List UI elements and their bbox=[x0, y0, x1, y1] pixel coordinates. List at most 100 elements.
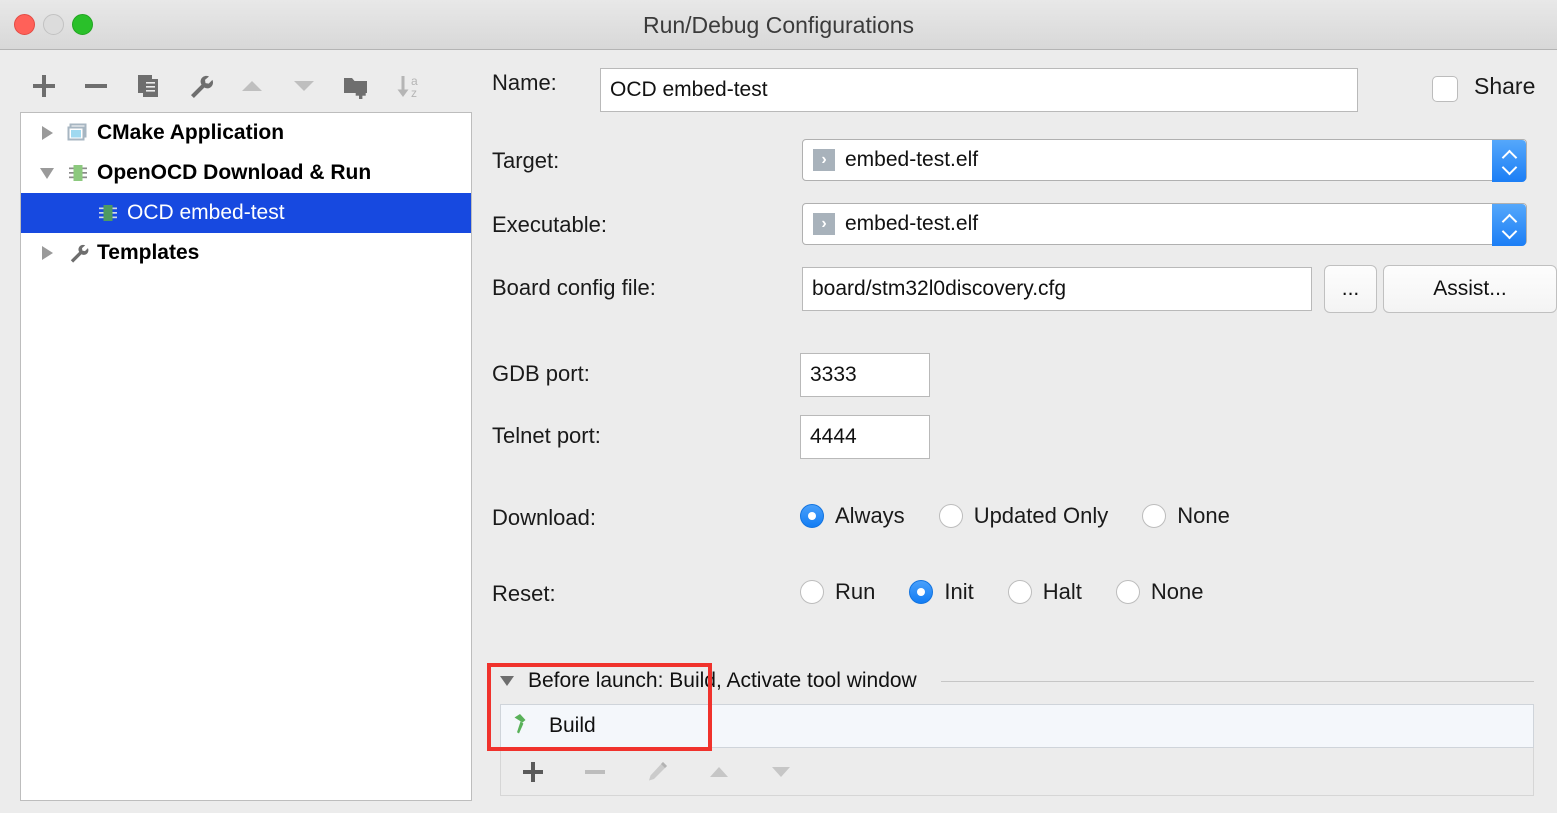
wrench-icon bbox=[63, 241, 93, 265]
edit-templates-button[interactable] bbox=[174, 64, 226, 108]
target-label: Target: bbox=[492, 148, 559, 174]
radio-label: None bbox=[1151, 579, 1204, 605]
chip-icon bbox=[63, 161, 93, 185]
tree-item-templates[interactable]: Templates bbox=[21, 233, 471, 273]
move-task-up-button[interactable] bbox=[701, 754, 737, 790]
gdb-port-input[interactable]: 3333 bbox=[800, 353, 930, 397]
download-option-none[interactable]: None bbox=[1142, 503, 1230, 529]
before-launch-title: Before launch: Build, Activate tool wind… bbox=[528, 669, 917, 693]
target-combobox[interactable]: › embed-test.elf bbox=[802, 139, 1527, 181]
assist-button[interactable]: Assist... bbox=[1383, 265, 1557, 313]
browse-button[interactable]: ... bbox=[1324, 265, 1377, 313]
title-bar: Run/Debug Configurations bbox=[0, 0, 1557, 50]
board-config-row: Board config file: bbox=[492, 275, 656, 301]
triangle-down-icon bbox=[768, 759, 794, 785]
share-label: Share bbox=[1474, 73, 1535, 100]
expander-collapsed-icon[interactable] bbox=[31, 246, 63, 260]
share-checkbox[interactable] bbox=[1432, 76, 1458, 102]
target-value: embed-test.elf bbox=[845, 148, 978, 172]
before-launch-task-list[interactable]: Build bbox=[500, 704, 1534, 748]
name-label: Name: bbox=[492, 70, 557, 96]
remove-configuration-button[interactable] bbox=[70, 64, 122, 108]
executable-label: Executable: bbox=[492, 212, 607, 238]
radio-indicator bbox=[909, 580, 933, 604]
reset-option-halt[interactable]: Halt bbox=[1008, 579, 1082, 605]
radio-indicator bbox=[1142, 504, 1166, 528]
telnet-port-row: Telnet port: bbox=[492, 423, 601, 449]
move-down-button[interactable] bbox=[278, 64, 330, 108]
before-launch-toolbar bbox=[500, 748, 1534, 796]
configurations-toolbar: a z bbox=[18, 62, 473, 110]
executable-combobox[interactable]: › embed-test.elf bbox=[802, 203, 1527, 245]
board-config-label: Board config file: bbox=[492, 275, 656, 301]
minus-icon bbox=[582, 759, 608, 785]
board-config-input[interactable]: board/stm32l0discovery.cfg bbox=[802, 267, 1312, 311]
name-row: Name: bbox=[492, 70, 557, 96]
plus-icon bbox=[29, 71, 59, 101]
sort-az-icon: a z bbox=[393, 71, 423, 101]
reset-radio-group: Run Init Halt None bbox=[800, 579, 1237, 605]
move-up-button[interactable] bbox=[226, 64, 278, 108]
tree-item-cmake-application[interactable]: CMake Application bbox=[21, 113, 471, 153]
radio-indicator bbox=[939, 504, 963, 528]
before-launch-section: Before launch: Build, Activate tool wind… bbox=[492, 663, 1542, 803]
folder-add-icon bbox=[341, 71, 371, 101]
download-option-updated-only[interactable]: Updated Only bbox=[939, 503, 1109, 529]
copy-configuration-button[interactable] bbox=[122, 64, 174, 108]
radio-label: Updated Only bbox=[974, 503, 1109, 529]
reset-option-none[interactable]: None bbox=[1116, 579, 1204, 605]
target-dropdown-stepper[interactable] bbox=[1492, 140, 1526, 182]
executable-value: embed-test.elf bbox=[845, 212, 978, 236]
tree-item-ocd-embed-test[interactable]: OCD embed-test bbox=[21, 193, 471, 233]
radio-label: Run bbox=[835, 579, 875, 605]
chip-icon bbox=[93, 201, 123, 225]
radio-indicator bbox=[800, 580, 824, 604]
plus-icon bbox=[520, 759, 546, 785]
reset-label: Reset: bbox=[492, 581, 556, 607]
pencil-icon bbox=[644, 759, 670, 785]
triangle-up-icon bbox=[237, 71, 267, 101]
before-launch-task-label: Build bbox=[549, 714, 596, 738]
executable-row: Executable: bbox=[492, 212, 607, 238]
hammer-icon bbox=[511, 711, 537, 742]
name-input[interactable]: OCD embed-test bbox=[600, 68, 1358, 112]
tree-item-label: Templates bbox=[97, 241, 199, 265]
target-row: Target: bbox=[492, 148, 559, 174]
run-debug-configurations-window: Run/Debug Configurations bbox=[0, 0, 1557, 813]
executable-dropdown-stepper[interactable] bbox=[1492, 204, 1526, 246]
expander-collapsed-icon[interactable] bbox=[31, 126, 63, 140]
add-configuration-button[interactable] bbox=[18, 64, 70, 108]
wrench-icon bbox=[185, 71, 215, 101]
tree-item-label: CMake Application bbox=[97, 121, 284, 145]
telnet-port-label: Telnet port: bbox=[492, 423, 601, 449]
expander-expanded-icon[interactable] bbox=[31, 168, 63, 179]
add-task-button[interactable] bbox=[515, 754, 551, 790]
configurations-tree[interactable]: CMake Application OpenOCD Download & Run bbox=[20, 112, 472, 801]
reset-row: Reset: bbox=[492, 581, 556, 607]
window-title: Run/Debug Configurations bbox=[0, 0, 1557, 50]
download-radio-group: Always Updated Only None bbox=[800, 503, 1264, 529]
radio-label: Halt bbox=[1043, 579, 1082, 605]
radio-label: Init bbox=[944, 579, 973, 605]
tree-item-openocd-download-run[interactable]: OpenOCD Download & Run bbox=[21, 153, 471, 193]
new-folder-button[interactable] bbox=[330, 64, 382, 108]
reset-option-run[interactable]: Run bbox=[800, 579, 875, 605]
edit-task-button[interactable] bbox=[639, 754, 675, 790]
svg-text:z: z bbox=[411, 86, 417, 100]
reset-option-init[interactable]: Init bbox=[909, 579, 973, 605]
executable-icon: › bbox=[813, 149, 835, 171]
chevron-down-icon bbox=[1503, 163, 1516, 171]
download-option-always[interactable]: Always bbox=[800, 503, 905, 529]
separator-line bbox=[941, 681, 1534, 682]
remove-task-button[interactable] bbox=[577, 754, 613, 790]
collapse-toggle-icon[interactable] bbox=[500, 676, 514, 686]
cmake-application-icon bbox=[63, 121, 93, 145]
download-row: Download: bbox=[492, 505, 596, 531]
gdb-port-row: GDB port: bbox=[492, 361, 590, 387]
move-task-down-button[interactable] bbox=[763, 754, 799, 790]
before-launch-header[interactable]: Before launch: Build, Activate tool wind… bbox=[500, 669, 1534, 693]
radio-label: Always bbox=[835, 503, 905, 529]
telnet-port-input[interactable]: 4444 bbox=[800, 415, 930, 459]
sort-configurations-button[interactable]: a z bbox=[382, 64, 434, 108]
download-label: Download: bbox=[492, 505, 596, 531]
